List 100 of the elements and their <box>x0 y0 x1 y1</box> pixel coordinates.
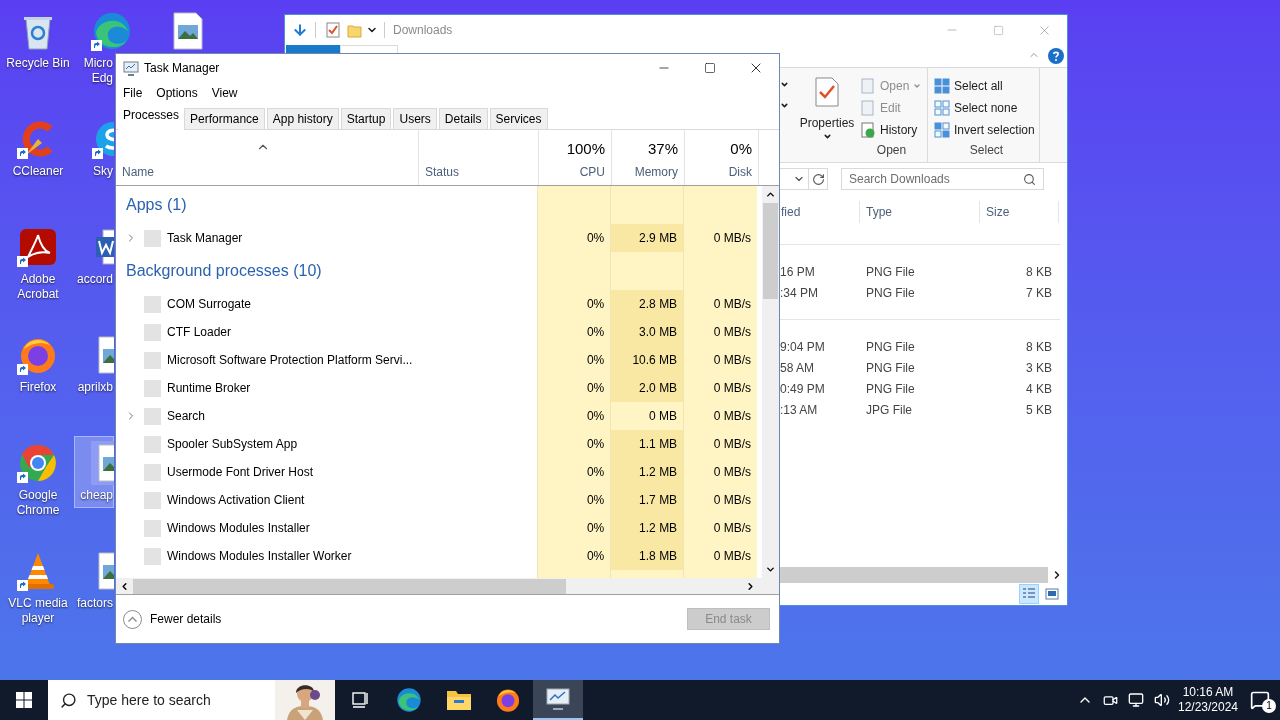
document-check-icon <box>814 76 840 108</box>
scrollbar-thumb[interactable] <box>133 578 566 594</box>
browser-icon <box>495 687 522 713</box>
process-row[interactable]: Windows Activation Client 0% 1.7 MB 0 MB/s <box>116 486 758 514</box>
tab[interactable]: Services <box>489 108 548 129</box>
process-row[interactable]: COM Surrogate 0% 2.8 MB 0 MB/s <box>116 290 758 318</box>
table-cell: 0 MB/s <box>683 224 757 252</box>
column-header[interactable]: 0% Disk <box>684 130 758 185</box>
checklist-icon[interactable] <box>326 22 340 38</box>
process-row[interactable]: Usermode Font Driver Host 0% 1.2 MB 0 MB/s <box>116 458 758 486</box>
column-header[interactable]: Size <box>980 203 1058 221</box>
column-header[interactable]: Type <box>860 203 979 221</box>
properties-button[interactable]: Properties <box>796 76 858 141</box>
process-icon <box>144 351 161 369</box>
process-name: Runtime Broker <box>167 380 251 397</box>
vertical-scrollbar[interactable] <box>762 186 779 578</box>
table-cell-text: PNG File <box>866 284 916 302</box>
volume-icon[interactable] <box>1154 692 1170 708</box>
maximize-icon <box>704 62 716 74</box>
process-row[interactable]: CTF Loader 0% 3.0 MB 0 MB/s <box>116 318 758 346</box>
table-cell: 2.8 MB <box>610 290 684 318</box>
maximize-icon <box>992 24 1004 36</box>
notification-count: 1 <box>1262 699 1276 713</box>
document-icon <box>860 100 876 116</box>
column-header[interactable]: Status <box>425 163 538 181</box>
table-cell-text: 9:04 PM <box>780 338 826 356</box>
tab[interactable]: Performance <box>184 108 265 129</box>
icon-label: Recycle Bin <box>6 56 70 71</box>
windows-logo-icon <box>16 692 32 708</box>
table-cell: 0% <box>537 374 611 402</box>
tab[interactable]: Startup <box>340 108 392 129</box>
search-icon <box>1023 172 1036 186</box>
search-field[interactable]: Search Downloads <box>841 168 1044 190</box>
scroll-right-icon[interactable] <box>745 580 756 592</box>
table-cell-text: :34 PM <box>780 284 819 302</box>
ribbon-button[interactable]: Select all <box>934 77 1039 95</box>
process-row[interactable]: Windows Modules Installer Worker 0% 1.8 MB 0 MB/s <box>116 542 758 570</box>
clock[interactable]: 10:16 AM 12/23/2024 <box>1176 680 1240 720</box>
process-icon <box>144 547 161 565</box>
horizontal-scrollbar[interactable] <box>116 578 779 595</box>
address-bar[interactable] <box>780 168 828 190</box>
table-cell: 0% <box>537 486 611 514</box>
ribbon-button[interactable]: Select none <box>934 99 1039 117</box>
process-name: Windows Activation Client <box>167 492 305 509</box>
tab[interactable]: App history <box>266 108 339 129</box>
help-icon[interactable] <box>1048 48 1064 64</box>
table-cell-text: 4 KB <box>1025 380 1052 398</box>
menu-item[interactable]: Options <box>153 84 201 102</box>
process-row[interactable]: Search 0% 0 MB 0 MB/s <box>116 402 758 430</box>
ribbon-button[interactable]: Invert selection <box>934 121 1039 139</box>
process-name: Search <box>167 408 206 425</box>
dropdown-caret-icon[interactable] <box>780 101 789 110</box>
process-row[interactable]: Windows Modules Installer 0% 1.2 MB 0 MB/s <box>116 514 758 542</box>
process-name: Windows Modules Installer Worker <box>167 548 352 565</box>
scrollbar-thumb[interactable] <box>763 203 778 299</box>
column-header[interactable]: 100% CPU <box>538 130 611 185</box>
fewer-details-button[interactable]: Fewer details <box>123 609 222 629</box>
process-name: Microsoft Software Protection Platform Servi... <box>167 352 413 369</box>
table-cell: 0 MB/s <box>683 458 757 486</box>
table-cell: 0% <box>537 290 611 318</box>
refresh-icon[interactable] <box>812 172 825 186</box>
download-icon[interactable] <box>292 22 308 38</box>
column-header[interactable]: Name <box>122 163 418 181</box>
column-header[interactable]: 37% Memory <box>611 130 684 185</box>
task-view-icon <box>349 690 370 710</box>
process-name: Usermode Font Driver Host <box>167 464 314 481</box>
process-row[interactable]: Task Manager 0% 2.9 MB 0 MB/s <box>116 224 758 252</box>
ribbon-button[interactable]: History <box>860 121 922 139</box>
table-cell: 2.0 MB <box>610 374 684 402</box>
process-name: Task Manager <box>167 230 243 247</box>
process-row[interactable]: Microsoft Software Protection Platform Servi... 0% 10.6 MB 0 MB/s <box>116 346 758 374</box>
dropdown-caret-icon[interactable] <box>780 80 789 89</box>
process-icon <box>144 407 161 425</box>
icon-label: cheap <box>80 488 113 503</box>
menu-item[interactable]: File <box>120 84 146 102</box>
list-icon <box>1022 587 1036 601</box>
network-icon[interactable] <box>1128 692 1144 708</box>
process-row[interactable]: Runtime Broker 0% 2.0 MB 0 MB/s <box>116 374 758 402</box>
process-icon <box>144 295 161 313</box>
process-icon <box>144 229 161 247</box>
scrollbar-thumb[interactable] <box>780 567 1048 583</box>
table-cell: 0% <box>537 542 611 570</box>
tab[interactable]: Details <box>438 108 488 129</box>
table-cell: 1.7 MB <box>610 486 684 514</box>
menu-item[interactable]: View <box>208 84 241 102</box>
search-field[interactable]: Type here to search <box>48 680 335 720</box>
process-row[interactable]: Spooler SubSystem App 0% 1.1 MB 0 MB/s <box>116 430 758 458</box>
table-cell: 0 MB/s <box>683 514 757 542</box>
document-icon <box>860 78 876 94</box>
window-title: Downloads <box>393 22 453 39</box>
table-cell-text: 3 KB <box>1025 359 1052 377</box>
scroll-down-icon[interactable] <box>765 564 776 575</box>
collapse-icon <box>123 609 142 629</box>
table-cell-text: PNG File <box>866 359 916 377</box>
column-header[interactable]: fied <box>780 203 859 221</box>
taskbar-button[interactable] <box>533 680 583 720</box>
caret-icon <box>913 82 922 90</box>
scroll-up-icon[interactable] <box>765 189 776 200</box>
tab[interactable]: Users <box>393 108 437 129</box>
group-label: Select <box>969 142 1004 159</box>
